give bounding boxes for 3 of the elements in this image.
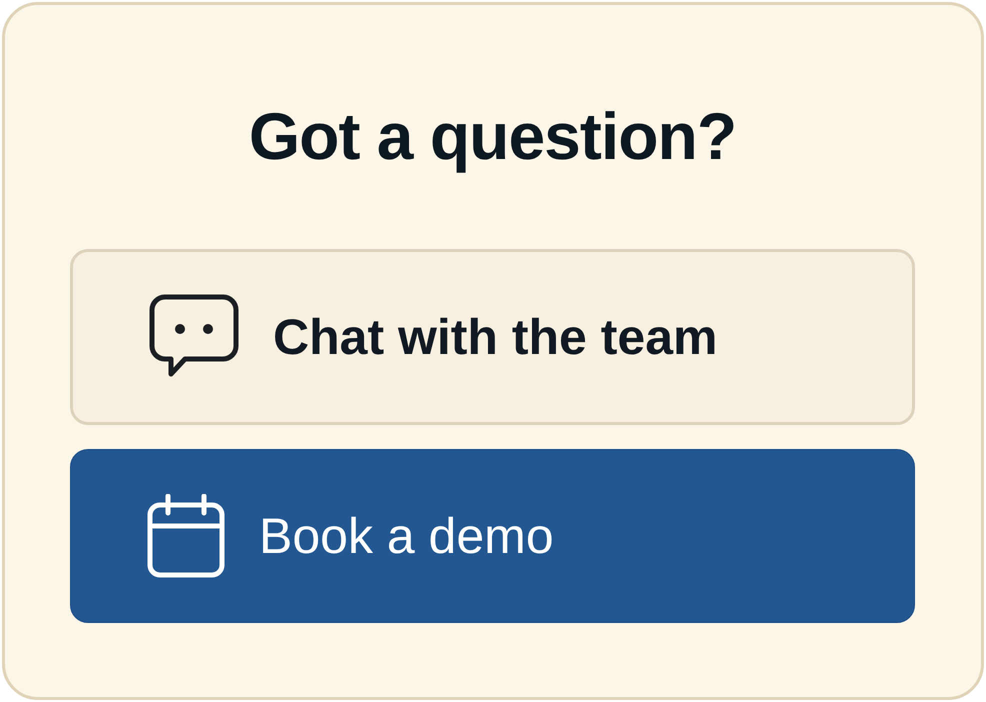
chat-button[interactable]: Chat with the team	[70, 249, 915, 425]
calendar-icon	[147, 494, 225, 578]
book-demo-button[interactable]: Book a demo	[70, 449, 915, 623]
